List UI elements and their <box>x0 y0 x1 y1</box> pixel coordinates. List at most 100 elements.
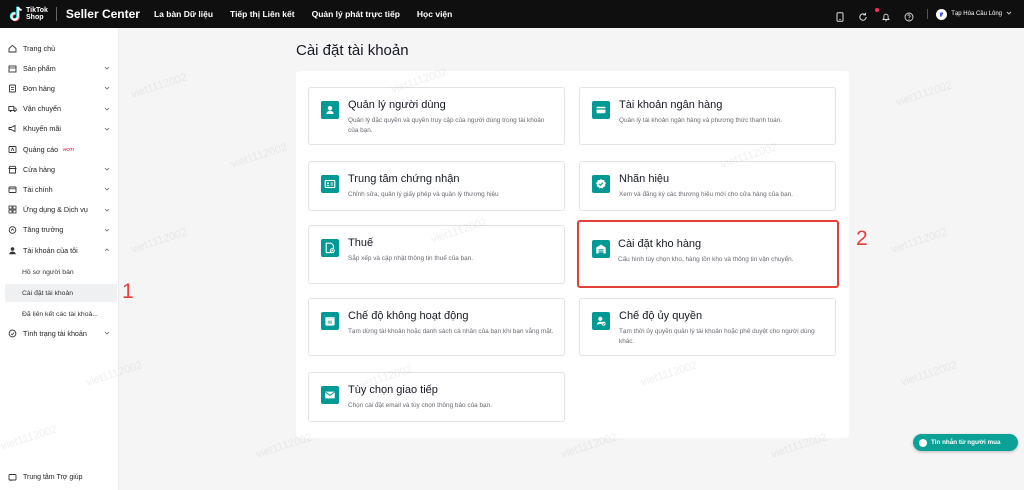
nav-item-live[interactable]: Quản lý phát trực tiếp <box>312 9 400 19</box>
refresh-icon[interactable] <box>858 9 868 21</box>
sidebar-item-store[interactable]: Cửa hàng <box>0 159 119 179</box>
ads-icon <box>8 145 17 154</box>
tiktok-logo-icon <box>9 6 23 22</box>
sidebar-item-order[interactable]: Đơn hàng <box>0 78 119 98</box>
chat-icon <box>919 438 927 447</box>
buyer-messages-label: Tin nhắn từ người mua <box>931 439 1001 446</box>
help-center-link[interactable]: Trung tâm Trợ giúp <box>0 470 119 484</box>
settings-card-user-manage[interactable]: Quản lý người dùng Quản lý đặc quyền và q… <box>308 87 565 145</box>
apps-icon <box>8 205 17 214</box>
card-title: Tài khoản ngân hàng <box>619 99 723 111</box>
top-right-actions: Tạp Hóa Cầu Lông <box>835 0 1024 28</box>
sidebar-item-label: Trang chủ <box>23 43 56 53</box>
chevron-down-icon[interactable] <box>104 185 110 191</box>
finance-icon <box>8 185 17 194</box>
megaphone-icon <box>8 124 17 133</box>
tiktok-shop-logo[interactable]: TikTok Shop <box>9 0 48 28</box>
chevron-down-icon[interactable] <box>104 206 110 212</box>
card-title: Trung tâm chứng nhận <box>348 173 460 185</box>
card-title: Nhãn hiệu <box>619 173 670 185</box>
chevron-down-icon[interactable] <box>104 64 110 70</box>
home-icon <box>8 44 17 53</box>
sidebar-subitem[interactable]: Đã liên kết các tài khoả... <box>0 305 119 323</box>
user-icon <box>8 246 17 255</box>
warehouse-icon <box>592 240 610 258</box>
sidebar-item-box[interactable]: Sản phẩm <box>0 58 119 78</box>
card-description: Quản lý tài khoản ngân hàng và phương th… <box>619 117 783 124</box>
sidebar-item-account-status[interactable]: Tình trạng tài khoản <box>0 323 119 343</box>
chevron-down-icon[interactable] <box>104 165 110 171</box>
card-title: Tùy chọn giao tiếp <box>348 384 438 396</box>
nav-item-academy[interactable]: Học viện <box>417 9 452 19</box>
settings-card-id-card[interactable]: Trung tâm chứng nhận Chỉnh sửa, quản lý g… <box>308 161 565 211</box>
shop-name[interactable]: Tạp Hóa Cầu Lông <box>951 11 1002 17</box>
settings-card-bank-card[interactable]: Tài khoản ngân hàng Quản lý tài khoản ngâ… <box>579 87 836 145</box>
chevron-down-icon[interactable] <box>104 125 110 131</box>
card-description: Sắp xếp và cập nhật thông tin thuế của b… <box>348 255 474 262</box>
card-description: Chỉnh sửa, quản lý giấy phép và quản lý … <box>348 191 499 198</box>
logo-line2: Shop <box>26 14 44 21</box>
sidebar-item-label: Tài chính <box>23 184 53 194</box>
chevron-down-icon[interactable] <box>104 329 110 335</box>
settings-panel: Quản lý người dùng Quản lý đặc quyền và q… <box>296 71 849 438</box>
sidebar-item-label: Khuyến mãi <box>23 124 61 134</box>
tablet-icon[interactable] <box>835 9 845 22</box>
top-nav: La bàn Dữ liệu Tiếp thị Liên kết Quản lý… <box>154 9 469 19</box>
sidebar-item-label: Đơn hàng <box>23 83 55 93</box>
hot-badge: HOT! <box>63 146 75 152</box>
nav-item-data-compass[interactable]: La bàn Dữ liệu <box>154 9 213 19</box>
watermark: viet1112002 <box>899 359 959 389</box>
shop-avatar[interactable] <box>936 8 948 20</box>
sidebar-item-home[interactable]: Trang chủ <box>0 38 119 58</box>
sidebar-item-ads[interactable]: Quảng cáo HOT! <box>0 139 119 159</box>
buyer-messages-button[interactable]: Tin nhắn từ người mua <box>913 434 1018 451</box>
settings-card-calendar-pause[interactable]: Chế độ không hoạt động Tạm dừng tài khoản… <box>308 298 565 356</box>
id-card-icon <box>321 175 339 193</box>
bell-icon[interactable] <box>875 8 891 22</box>
sidebar-item-finance[interactable]: Tài chính <box>0 179 119 199</box>
sidebar-item-growth[interactable]: Tăng trưởng <box>0 220 119 240</box>
watermark: viet1112002 <box>129 226 189 256</box>
chevron-down-icon[interactable] <box>1006 10 1012 18</box>
help-icon[interactable] <box>904 9 914 22</box>
sidebar-subitem[interactable]: Hồ sơ người bán <box>0 263 119 281</box>
settings-card-mail[interactable]: Tùy chọn giao tiếp Chọn cài đặt email và … <box>308 372 565 422</box>
box-icon <box>8 64 17 73</box>
sidebar-item-truck[interactable]: Vận chuyển <box>0 99 119 119</box>
logo-line1: TikTok <box>26 7 48 14</box>
logo-divider <box>55 7 57 21</box>
sidebar-item-megaphone[interactable]: Khuyến mãi <box>0 119 119 139</box>
top-divider <box>927 9 929 19</box>
card-title: Quản lý người dùng <box>348 99 446 111</box>
sidebar-item-label: Tài khoản của tôi <box>23 245 78 255</box>
settings-card-tax-doc[interactable]: Thuế Sắp xếp và cập nhật thông tin thuế c… <box>308 225 565 284</box>
app-title[interactable]: Seller Center <box>66 7 140 21</box>
nav-item-affiliate[interactable]: Tiếp thị Liên kết <box>230 9 295 19</box>
settings-card-badge-check[interactable]: Nhãn hiệu Xem và đăng ký các thương hiệu … <box>579 161 836 211</box>
order-icon <box>8 84 17 93</box>
sidebar-item-apps[interactable]: Ứng dụng & Dịch vụ <box>0 200 119 220</box>
sidebar-subitem[interactable]: Cài đặt tài khoản <box>5 284 117 302</box>
help-center-label: Trung tâm Trợ giúp <box>23 473 83 481</box>
card-title: Chế độ không hoạt động <box>348 310 469 322</box>
watermark: viet1112002 <box>889 226 949 256</box>
top-bar: TikTok Shop Seller Center La bàn Dữ liệu… <box>0 0 1024 28</box>
chevron-down-icon[interactable] <box>104 84 110 90</box>
card-description: Cấu hình tùy chọn kho, hàng tồn kho và t… <box>618 256 794 263</box>
sidebar-item-user[interactable]: Tài khoản của tôi <box>0 240 119 260</box>
sidebar-item-label: Sản phẩm <box>23 63 56 73</box>
sidebar-item-label: Ứng dụng & Dịch vụ <box>23 205 88 215</box>
badge-check-icon <box>592 175 610 193</box>
chevron-down-icon[interactable] <box>104 105 110 111</box>
settings-card-warehouse[interactable]: Cài đặt kho hàng Cấu hình tùy chọn kho, h… <box>577 220 839 288</box>
watermark: viet1112002 <box>894 79 954 109</box>
growth-icon <box>8 225 17 235</box>
card-description: Tạm thời ủy quyền quản lý tài khoản hoặc… <box>619 328 815 345</box>
chevron-up-icon[interactable] <box>104 246 110 252</box>
store-icon <box>8 165 17 174</box>
truck-icon <box>8 104 17 113</box>
chevron-down-icon[interactable] <box>104 226 110 232</box>
annotation-number-2: 2 <box>856 227 868 250</box>
watermark: viet1112002 <box>229 141 289 171</box>
settings-card-user-delegate[interactable]: Chế độ ủy quyền Tạm thời ủy quyền quản lý… <box>579 298 836 356</box>
